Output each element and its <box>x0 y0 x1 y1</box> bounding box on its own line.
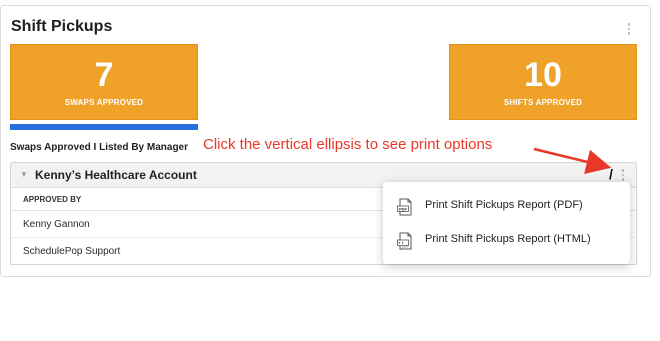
svg-text:PDF: PDF <box>399 207 408 212</box>
html-file-icon <box>397 232 412 250</box>
annotation-arrow-icon <box>533 147 612 175</box>
pdf-file-icon: PDF <box>397 198 412 216</box>
menu-item-print-html[interactable]: Print Shift Pickups Report (HTML) <box>383 224 630 258</box>
menu-item-label: Print Shift Pickups Report (HTML) <box>425 233 591 245</box>
menu-item-label: Print Shift Pickups Report (PDF) <box>425 199 583 211</box>
menu-item-print-pdf[interactable]: PDF Print Shift Pickups Report (PDF) <box>383 190 630 224</box>
print-options-menu: PDF Print Shift Pickups Report (PDF) Pri… <box>383 182 630 264</box>
